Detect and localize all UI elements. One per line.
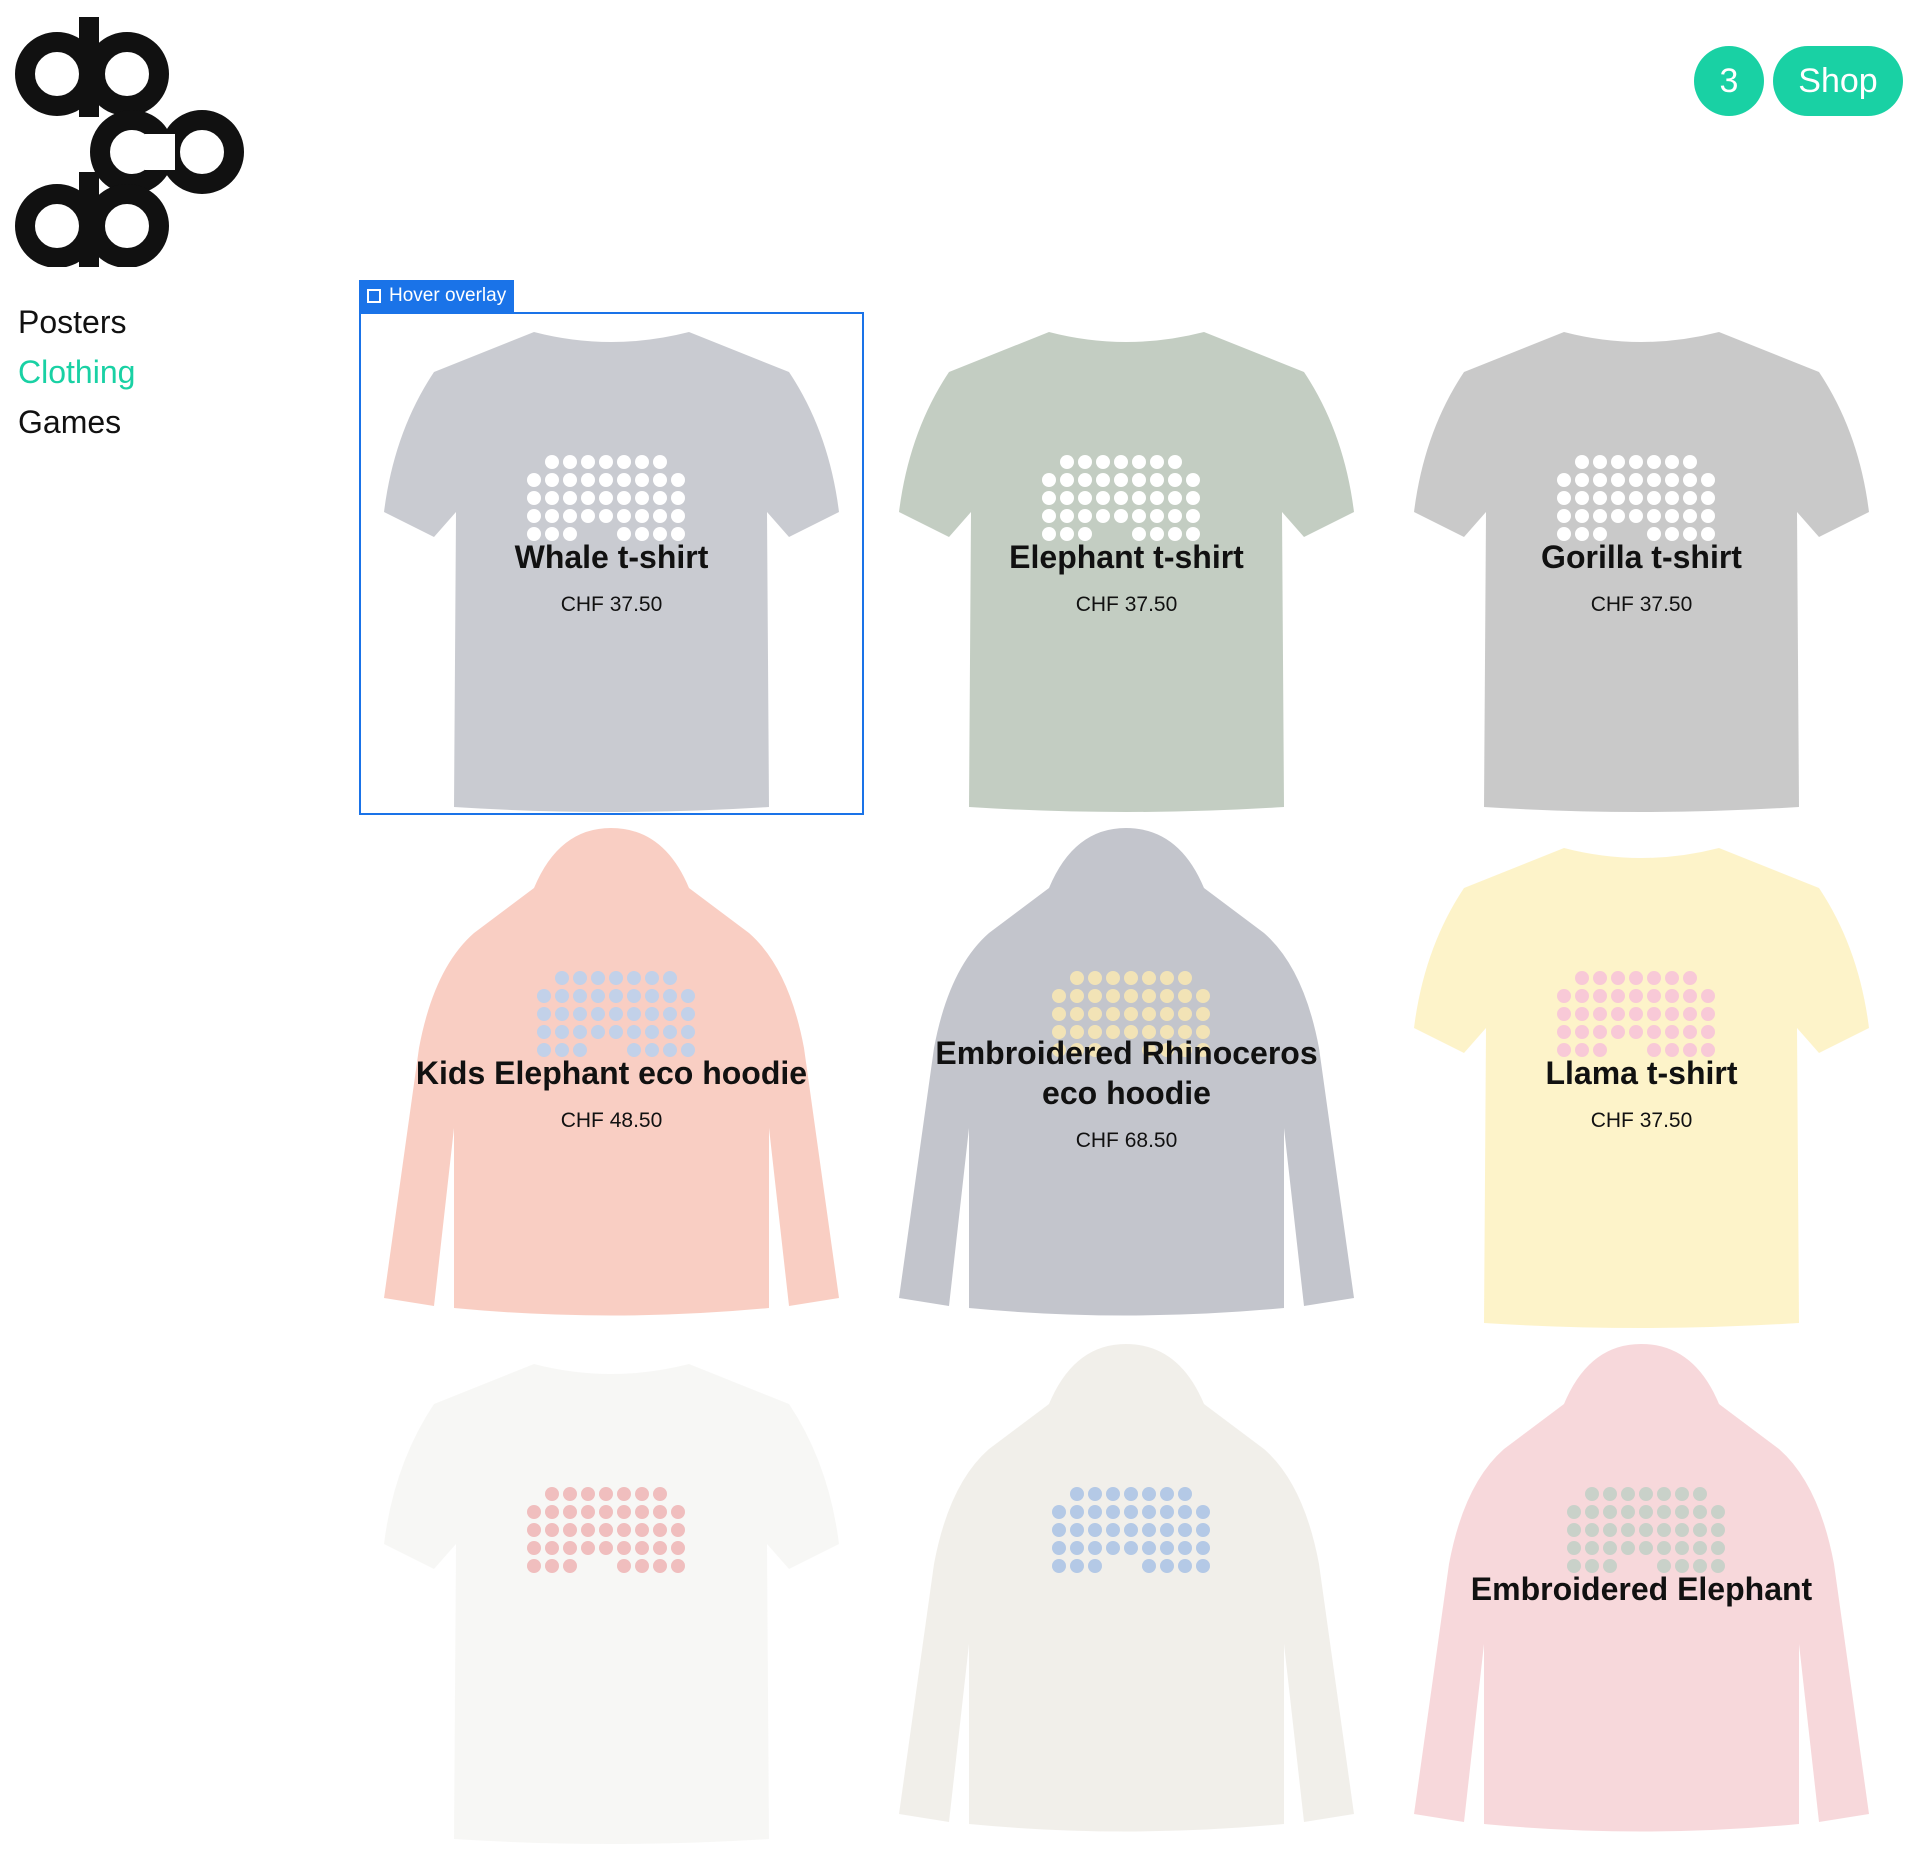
product-caption: Gorilla t-shirt CHF 37.50: [1389, 537, 1894, 617]
shop-button[interactable]: Shop: [1773, 46, 1903, 116]
product-title: Elephant t-shirt: [1009, 539, 1244, 575]
product-caption: Embroidered Elephant: [1389, 1569, 1894, 1609]
product-card[interactable]: Embroidered Rhinoceros eco hoodie CHF 68.…: [874, 828, 1379, 1333]
product-caption: Elephant t-shirt CHF 37.50: [874, 537, 1379, 617]
product-card[interactable]: [359, 1344, 864, 1849]
product-title: Llama t-shirt: [1545, 1055, 1738, 1091]
square-icon: [367, 289, 381, 303]
product-caption: Whale t-shirt CHF 37.50: [359, 537, 864, 617]
product-title: Kids Elephant eco hoodie: [415, 1055, 808, 1091]
product-title: Gorilla t-shirt: [1541, 539, 1742, 575]
cart-count-button[interactable]: 3: [1694, 46, 1764, 116]
hoodie-shape: [899, 1344, 1354, 1832]
hover-overlay-label: Hover overlay: [389, 285, 507, 306]
product-card[interactable]: [874, 1344, 1379, 1849]
product-caption: Kids Elephant eco hoodie CHF 48.50: [359, 1053, 864, 1133]
product-price: CHF 48.50: [560, 1109, 663, 1132]
hover-overlay-tag: Hover overlay: [359, 280, 515, 312]
product-price: CHF 37.50: [1075, 593, 1178, 616]
product-price: CHF 37.50: [1590, 1109, 1693, 1132]
dodoco-logo[interactable]: [12, 12, 252, 267]
product-card[interactable]: Whale t-shirt CHF 37.50: [359, 312, 864, 817]
product-card[interactable]: Kids Elephant eco hoodie CHF 48.50: [359, 828, 864, 1333]
product-price: CHF 37.50: [560, 593, 663, 616]
product-title: Embroidered Elephant: [1470, 1571, 1813, 1607]
tshirt-image: [384, 1364, 839, 1844]
product-price: CHF 68.50: [1075, 1129, 1178, 1152]
category-nav: Posters Clothing Games: [18, 306, 135, 456]
nav-item-games[interactable]: Games: [18, 406, 135, 438]
product-card[interactable]: Embroidered Elephant: [1389, 1344, 1894, 1849]
nav-item-posters[interactable]: Posters: [18, 306, 135, 338]
product-card[interactable]: Elephant t-shirt CHF 37.50: [874, 312, 1379, 817]
product-price: CHF 37.50: [1590, 593, 1693, 616]
product-title: Embroidered Rhinoceros eco hoodie: [935, 1035, 1318, 1111]
product-card[interactable]: Gorilla t-shirt CHF 37.50: [1389, 312, 1894, 817]
product-caption: Llama t-shirt CHF 37.50: [1389, 1053, 1894, 1133]
nav-item-clothing[interactable]: Clothing: [18, 356, 135, 388]
tshirt-shape: [384, 1364, 839, 1844]
product-card[interactable]: Llama t-shirt CHF 37.50: [1389, 828, 1894, 1333]
product-caption: Embroidered Rhinoceros eco hoodie CHF 68.…: [874, 1033, 1379, 1153]
product-title: Whale t-shirt: [514, 539, 709, 575]
hoodie-image: [899, 1344, 1354, 1832]
